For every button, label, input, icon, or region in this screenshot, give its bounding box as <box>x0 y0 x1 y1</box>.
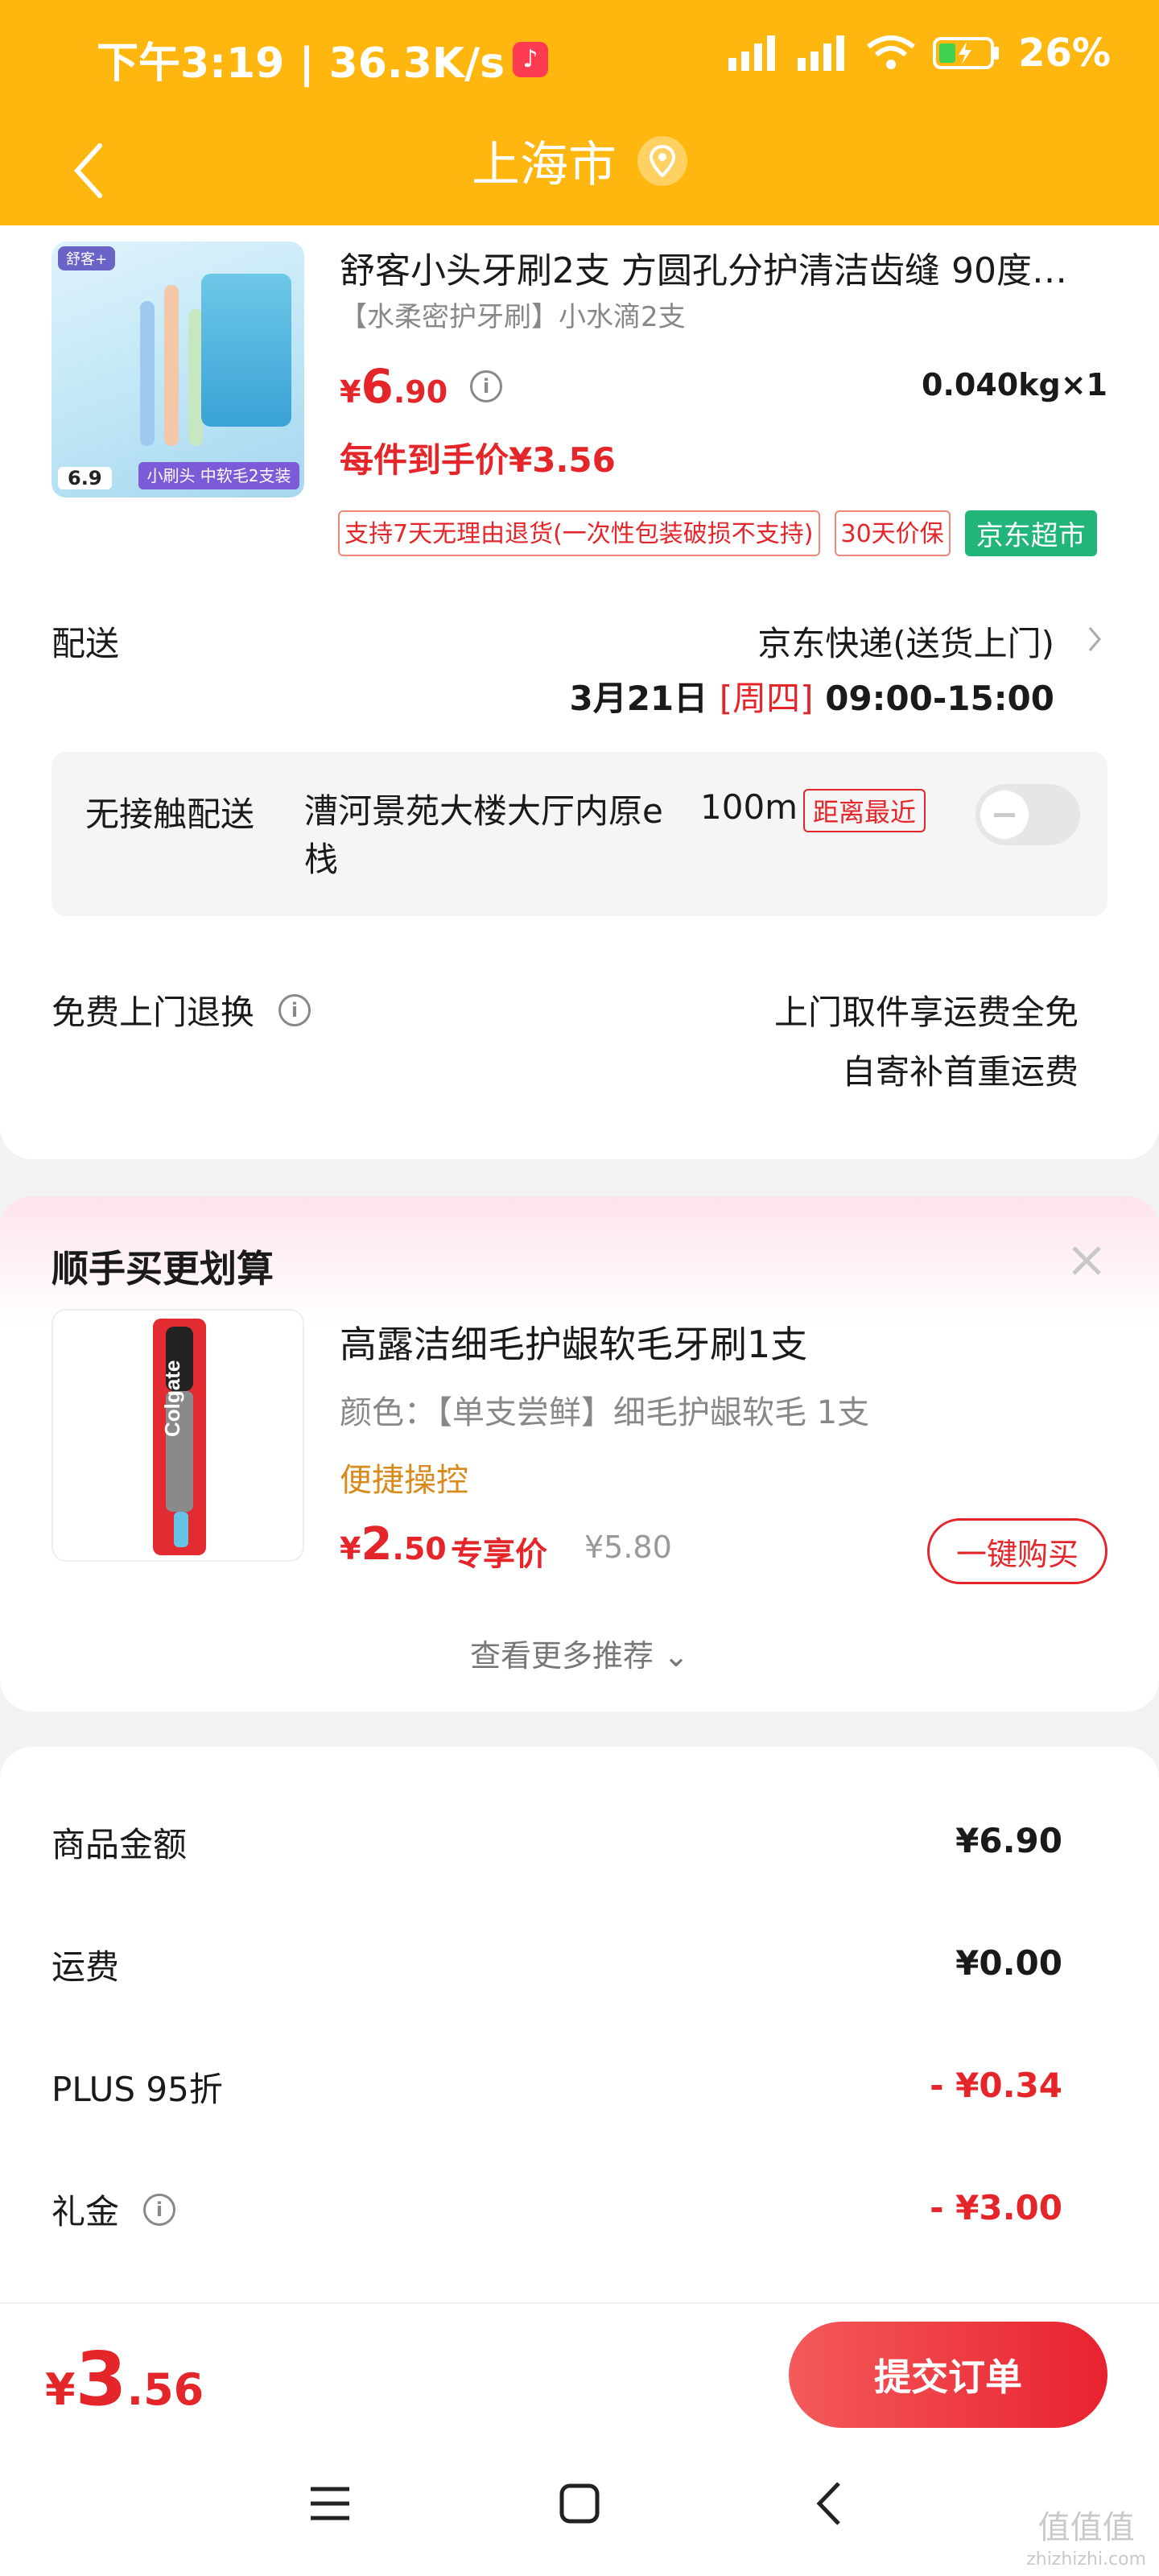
product-price: ¥ 6 .90 i <box>340 359 503 414</box>
return-self-ship-note: 自寄补首重运费 <box>841 1052 1079 1092</box>
delivery-date: 3月21日 <box>569 679 708 718</box>
recommend-card: 顺手买更划算 Colgate 高露洁细毛护龈软毛牙刷1支 颜色：【单支尝鲜】细毛… <box>0 1196 1159 1711</box>
contactless-address: 漕河景苑大楼大厅内原e栈 <box>304 791 663 879</box>
package-shape <box>201 274 291 427</box>
delivery-weekday: [周四] <box>719 679 814 718</box>
product-image[interactable]: 舒客+ 6.9 小刷头 中软毛2支装 <box>52 242 304 497</box>
close-icon[interactable] <box>1062 1236 1111 1285</box>
info-icon[interactable]: i <box>143 2193 176 2226</box>
product-weight: 0.040kg×1 <box>922 367 1107 402</box>
watermark: 值值值 zhizhizhi.com <box>1026 2512 1146 2576</box>
product-spec: 【水柔密护牙刷】小水滴2支 <box>340 301 686 333</box>
price-currency: ¥ <box>340 1531 361 1567</box>
summary-row-shipping: 运费 <box>52 1940 119 1989</box>
recommend-image[interactable]: Colgate <box>52 1309 304 1562</box>
total-price: ¥ 3 .56 <box>45 2336 204 2422</box>
contactless-toggle[interactable] <box>975 784 1080 845</box>
product-title[interactable]: 舒客小头牙刷2支 方圆孔分护清洁齿缝 90度… <box>340 242 1112 293</box>
tag-return-policy: 支持7天无理由退货(一次性包装破损不支持) <box>338 510 820 556</box>
contactless-distance: 100m <box>700 787 798 827</box>
price-integer: 2 <box>361 1518 393 1571</box>
signal-icon <box>728 35 776 71</box>
watermark-url: zhizhizhi.com <box>1026 2549 1146 2570</box>
one-click-buy-button[interactable]: 一键购买 <box>927 1518 1107 1584</box>
contactless-delivery: 无接触配送 漕河景苑大楼大厅内原e栈 100m 距离最近 <box>52 752 1107 916</box>
status-icons: 26% <box>728 31 1111 76</box>
summary-value: ¥6.90 <box>955 1821 1062 1860</box>
watermark-text: 值值值 <box>1037 2509 1135 2546</box>
summary-row-goods: 商品金额 <box>52 1818 187 1867</box>
summary-row-plus: PLUS 95折 <box>52 2062 223 2112</box>
top-header: 下午3:19 | 36.3K/s ♪ 26% 上海市 <box>0 0 1159 225</box>
menu-icon[interactable] <box>290 2463 370 2544</box>
signal-icon-2 <box>798 35 845 71</box>
battery-icon <box>933 37 1000 69</box>
brand-logo-text: Colgate <box>160 1360 184 1437</box>
checkout-bar: ¥ 3 .56 提交订单 <box>0 2302 1159 2431</box>
product-image-brand: 舒客+ <box>58 246 116 270</box>
see-more-recommend[interactable]: 查看更多推荐 ⌄ <box>0 1631 1159 1675</box>
toggle-knob <box>980 791 1029 839</box>
summary-value: - ¥0.34 <box>930 2066 1062 2105</box>
return-pickup-note: 上门取件享运费全免 <box>773 993 1079 1032</box>
info-icon[interactable]: i <box>278 993 311 1026</box>
summary-label: 礼金 <box>52 2192 120 2231</box>
price-integer: 6 <box>361 359 394 414</box>
status-time-speed: 下午3:19 | 36.3K/s <box>97 39 505 88</box>
recommend-price: ¥ 2 .50 <box>340 1518 447 1571</box>
summary-card: 商品金额 ¥6.90 运费 ¥0.00 PLUS 95折 - ¥0.34 礼金 … <box>0 1747 1159 2310</box>
price-currency: ¥ <box>45 2364 76 2415</box>
nav-back-icon[interactable] <box>789 2463 869 2544</box>
tag-jd-supermarket: 京东超市 <box>964 510 1097 556</box>
brush-shape <box>140 301 155 446</box>
free-return-row: 免费上门退换 i <box>52 985 311 1034</box>
brush-shape <box>164 285 179 446</box>
toothbrush-product-image: Colgate <box>153 1319 206 1555</box>
each-price: 每件到手价¥3.56 <box>340 440 616 480</box>
recommend-name[interactable]: 高露洁细毛护龈软毛牙刷1支 <box>340 1315 807 1368</box>
product-image-price: 6.9 <box>58 467 112 489</box>
price-decimal: .90 <box>393 374 448 410</box>
nav-header: 上海市 <box>0 113 1159 225</box>
status-time: 下午3:19 | 36.3K/s ♪ <box>97 29 549 89</box>
submit-order-button[interactable]: 提交订单 <box>789 2322 1107 2428</box>
contactless-label: 无接触配送 <box>85 795 255 834</box>
status-bar: 下午3:19 | 36.3K/s ♪ 26% <box>0 0 1159 113</box>
wifi-icon <box>867 35 915 69</box>
delivery-window: 09:00-15:00 <box>825 679 1054 718</box>
music-app-icon: ♪ <box>513 41 549 77</box>
price-integer: 3 <box>75 2336 127 2422</box>
home-icon[interactable] <box>539 2463 620 2544</box>
price-currency: ¥ <box>340 374 361 410</box>
system-nav-bar <box>0 2431 1159 2576</box>
recommend-spec: 颜色：【单支尝鲜】细毛护龈软毛 1支 <box>340 1394 870 1431</box>
summary-label: PLUS 95折 <box>52 2070 223 2109</box>
location-icon <box>637 135 687 186</box>
summary-label: 运费 <box>52 1947 120 1987</box>
exclusive-price-label: 专享价 <box>451 1536 547 1573</box>
summary-row-giftmoney: 礼金 i <box>52 2185 176 2234</box>
price-decimal: .56 <box>126 2364 204 2415</box>
city-name: 上海市 <box>472 137 617 193</box>
summary-value: ¥0.00 <box>955 1943 1062 1983</box>
free-return-label: 免费上门退换 <box>52 993 255 1032</box>
info-icon[interactable]: i <box>470 370 503 402</box>
summary-label: 商品金额 <box>52 1825 188 1864</box>
battery-percent: 26% <box>1018 31 1111 76</box>
delivery-label: 配送 <box>52 624 120 663</box>
price-decimal: .50 <box>392 1531 447 1567</box>
summary-value: - ¥3.00 <box>930 2188 1062 2227</box>
service-tags: 支持7天无理由退货(一次性包装破损不支持) 30天价保 京东超市 <box>338 510 1097 556</box>
delivery-time[interactable]: 3月21日 [周四] 09:00-15:00 <box>569 671 1054 720</box>
recommend-title: 顺手买更划算 <box>52 1247 274 1290</box>
nearest-badge: 距离最近 <box>803 789 926 832</box>
order-card: 舒客+ 6.9 小刷头 中软毛2支装 舒客小头牙刷2支 方圆孔分护清洁齿缝 90… <box>0 225 1159 1159</box>
chevron-right-icon[interactable] <box>1087 625 1103 657</box>
tag-price-protect: 30天价保 <box>834 510 951 556</box>
delivery-method[interactable]: 京东快递(送货上门) <box>757 617 1054 666</box>
header-title[interactable]: 上海市 <box>0 126 1159 196</box>
recommend-feature: 便捷操控 <box>340 1462 468 1499</box>
product-image-stripe: 小刷头 中软毛2支装 <box>138 462 299 489</box>
original-price: ¥5.80 <box>584 1530 672 1565</box>
